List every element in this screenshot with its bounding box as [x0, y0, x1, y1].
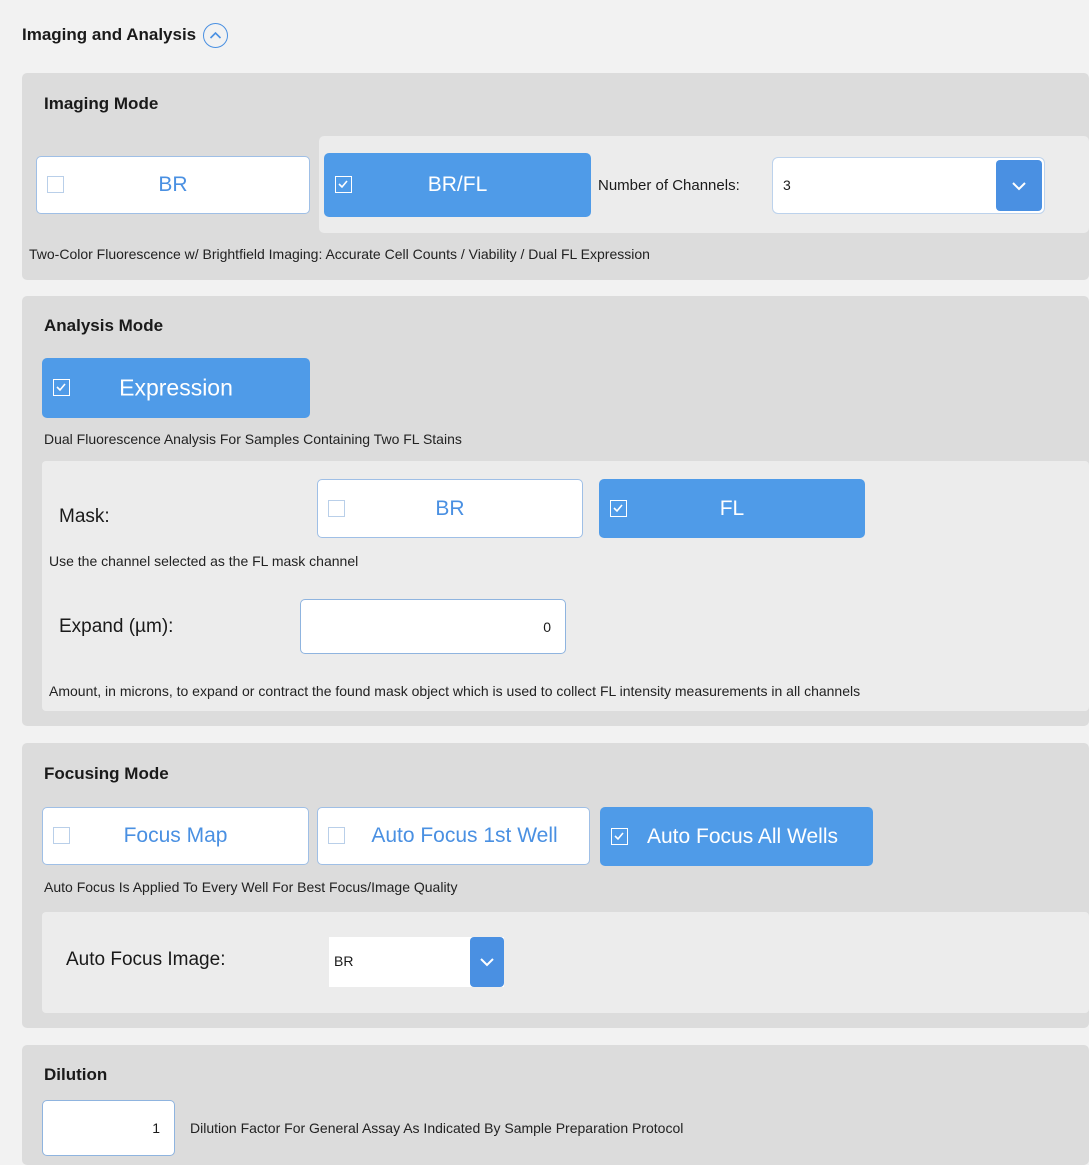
expand-description: Amount, in microns, to expand or contrac…	[49, 683, 861, 699]
mask-label: Mask:	[59, 506, 110, 527]
auto-focus-first-well-button[interactable]: Auto Focus 1st Well	[317, 807, 590, 865]
expression-button[interactable]: Expression	[42, 358, 310, 418]
channels-dropdown[interactable]: 3	[772, 157, 1045, 214]
dilution-panel: Dilution 1 Dilution Factor For General A…	[22, 1045, 1089, 1165]
mask-fl-button[interactable]: FL	[599, 479, 865, 538]
analysis-mode-title: Analysis Mode	[44, 316, 164, 335]
imaging-mode-title: Imaging Mode	[44, 94, 159, 113]
section-header: Imaging and Analysis	[22, 20, 229, 50]
analysis-description: Dual Fluorescence Analysis For Samples C…	[44, 431, 462, 447]
chevron-down-icon[interactable]	[470, 937, 504, 987]
mask-br-button[interactable]: BR	[317, 479, 583, 538]
auto-focus-image-group: Auto Focus Image: BR	[42, 912, 1089, 1013]
channels-label: Number of Channels:	[598, 177, 740, 194]
focus-map-button[interactable]: Focus Map	[42, 807, 309, 865]
channels-value: 3	[783, 177, 791, 193]
dilution-description: Dilution Factor For General Assay As Ind…	[190, 1120, 684, 1136]
dilution-title: Dilution	[44, 1065, 108, 1084]
page-title: Imaging and Analysis	[22, 25, 197, 44]
auto-focus-all-wells-button[interactable]: Auto Focus All Wells	[600, 807, 873, 866]
dilution-input[interactable]: 1	[42, 1100, 175, 1156]
focusing-mode-panel: Focusing Mode Focus Map Auto Focus 1st W…	[22, 743, 1089, 1028]
auto-focus-image-value: BR	[334, 953, 354, 969]
auto-focus-image-dropdown[interactable]: BR	[329, 937, 504, 987]
imaging-description: Two-Color Fluorescence w/ Brightfield Im…	[29, 246, 650, 262]
mask-description: Use the channel selected as the FL mask …	[49, 553, 359, 569]
imaging-br-button[interactable]: BR	[36, 156, 310, 214]
expand-input[interactable]: 0	[300, 599, 566, 654]
chevron-down-icon[interactable]	[996, 160, 1042, 211]
analysis-mode-panel: Analysis Mode Expression Dual Fluorescen…	[22, 296, 1089, 726]
collapse-chevron-up-icon[interactable]	[203, 22, 229, 48]
mask-settings-group: Mask: BR FL Use the channel selected as …	[42, 461, 1089, 711]
focusing-description: Auto Focus Is Applied To Every Well For …	[44, 879, 458, 895]
auto-focus-image-label: Auto Focus Image:	[66, 949, 226, 970]
imaging-brfl-button[interactable]: BR/FL	[324, 153, 591, 217]
expand-label: Expand (µm):	[59, 616, 174, 637]
imaging-mode-panel: Imaging Mode BR BR/FL Number of Channels…	[22, 73, 1089, 280]
focusing-mode-title: Focusing Mode	[44, 764, 169, 783]
